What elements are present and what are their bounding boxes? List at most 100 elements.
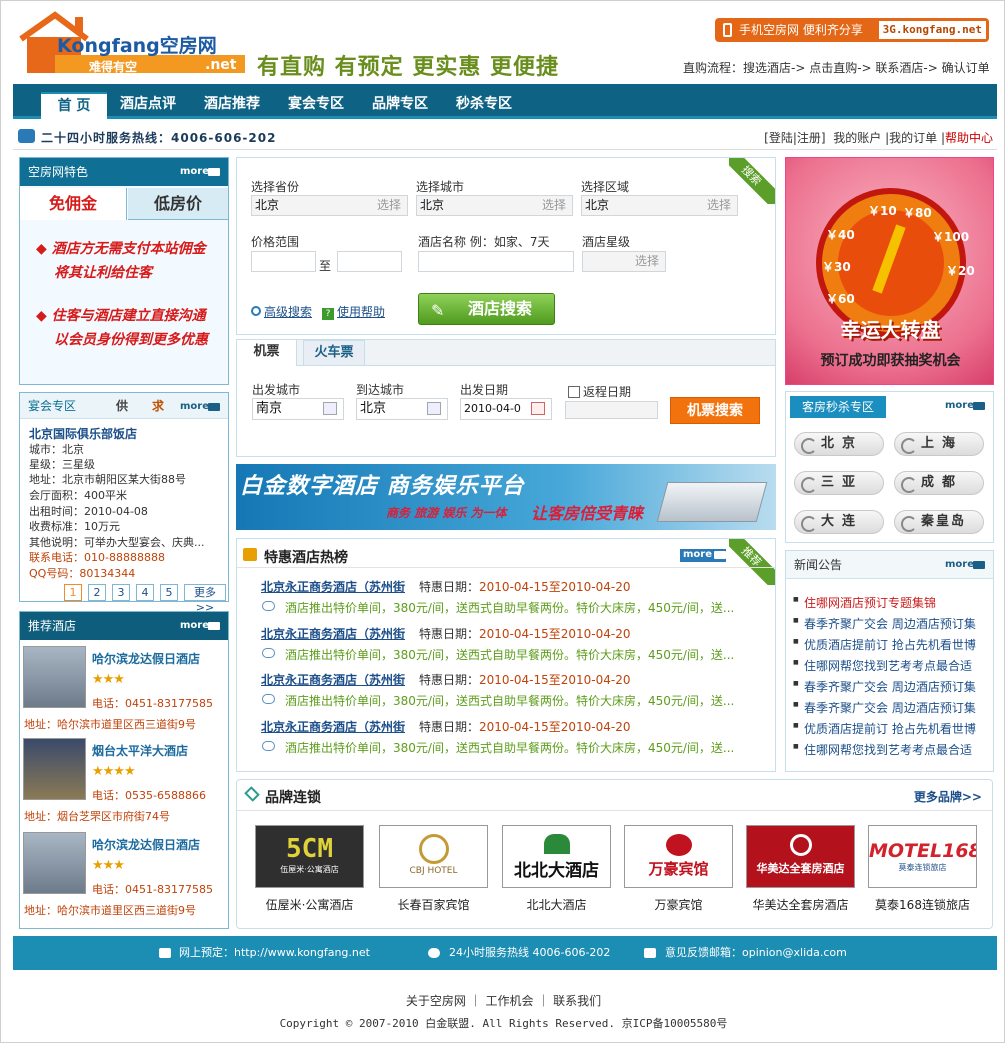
price-min-input[interactable] xyxy=(251,251,316,272)
page-2[interactable]: 2 xyxy=(88,584,106,601)
help-link-search[interactable]: ? 使用帮助 xyxy=(322,303,385,320)
news-more[interactable]: more xyxy=(945,559,985,571)
news-item[interactable]: 春季齐聚广交会 周边酒店预订集 xyxy=(793,615,976,632)
deals-more[interactable]: more xyxy=(680,549,726,562)
hotel-name[interactable]: 哈尔滨龙达假日酒店 xyxy=(92,650,200,667)
to-city-input[interactable]: 北京 xyxy=(356,398,448,420)
tab-train[interactable]: 火车票 xyxy=(303,340,365,366)
news-item[interactable]: 住哪网酒店预订专题集锦 xyxy=(793,594,936,611)
brands-more[interactable]: 更多品牌>> xyxy=(914,788,982,805)
banner-main: 白金数字酒店 商务娱乐平台 xyxy=(240,474,525,499)
nav-banquet[interactable]: 宴会专区 xyxy=(279,92,353,119)
province-select[interactable]: 北京 选择 xyxy=(251,195,408,216)
nav-hotel-recommend[interactable]: 酒店推荐 xyxy=(195,92,269,119)
tab-flight[interactable]: 机票 xyxy=(237,340,297,366)
banquet-name[interactable]: 北京国际俱乐部饭店 xyxy=(29,425,225,442)
deal-item-4[interactable]: 北京永正商务酒店（苏州街 特惠日期：2010-04-15至2010-04-20 xyxy=(261,718,631,735)
hotel-photo[interactable] xyxy=(23,738,86,800)
features-more[interactable]: more xyxy=(180,166,220,178)
city-qinhuangdao[interactable]: 秦皇岛 xyxy=(894,510,984,534)
mobile-url[interactable]: 3G.kongfang.net xyxy=(878,21,986,39)
brand-name[interactable]: 长春百家宾馆 xyxy=(379,896,488,913)
page-5[interactable]: 5 xyxy=(160,584,178,601)
footer-online[interactable]: 网上预定：http://www.kongfang.net xyxy=(179,936,370,970)
deal-item-3[interactable]: 北京永正商务酒店（苏州街 特惠日期：2010-04-15至2010-04-20 xyxy=(261,671,631,688)
chat-bubble-icon xyxy=(262,694,275,704)
orders-link[interactable]: 我的订单 xyxy=(889,131,937,145)
login-link[interactable]: 登陆 xyxy=(769,131,793,145)
hotel-name[interactable]: 烟台太平洋大酒店 xyxy=(92,742,188,759)
brand-logo-wanhao[interactable]: 万豪宾馆 xyxy=(624,825,733,888)
brand-name[interactable]: 伍屋米·公寓酒店 xyxy=(255,896,364,913)
recommend-more[interactable]: more xyxy=(180,620,220,632)
deal-item-1[interactable]: 北京永正商务酒店（苏州街 特惠日期：2010-04-15至2010-04-20 xyxy=(261,578,631,595)
city-beijing[interactable]: 北京 xyxy=(794,432,884,456)
hotel-name-input[interactable] xyxy=(418,251,574,272)
city-sanya[interactable]: 三亚 xyxy=(794,471,884,495)
site-logo[interactable]: Kongfang空房网 .net 难得有空 xyxy=(15,9,247,75)
hotel-photo[interactable] xyxy=(23,646,86,708)
flight-search-button[interactable]: 机票搜索 xyxy=(670,397,760,424)
deal-item-2[interactable]: 北京永正商务酒店（苏州街 特惠日期：2010-04-15至2010-04-20 xyxy=(261,625,631,642)
star-select[interactable]: 选择 xyxy=(582,251,666,272)
page-3[interactable]: 3 xyxy=(112,584,130,601)
from-city-input[interactable]: 南京 xyxy=(252,398,344,420)
banner-tag: 让客房倍受青睐 xyxy=(531,504,644,523)
nav-hotel-reviews[interactable]: 酒店点评 xyxy=(111,92,185,119)
nav-brands[interactable]: 品牌专区 xyxy=(363,92,437,119)
brand-logo-cbj[interactable]: CBJ HOTEL xyxy=(379,825,488,888)
news-item[interactable]: 春季齐聚广交会 周边酒店预订集 xyxy=(793,678,976,695)
news-item[interactable]: 住哪网帮您找到艺考考点最合适 xyxy=(793,657,972,674)
return-date-input[interactable] xyxy=(565,401,658,419)
advanced-search-link[interactable]: 高级搜索 xyxy=(251,303,312,320)
crest-icon xyxy=(665,834,692,856)
brand-name[interactable]: 华美达全套房酒店 xyxy=(746,896,855,913)
city-shanghai[interactable]: 上海 xyxy=(894,432,984,456)
brand-name[interactable]: 北北大酒店 xyxy=(502,896,611,913)
hotel-name[interactable]: 哈尔滨龙达假日酒店 xyxy=(92,836,200,853)
tab-low-price[interactable]: 低房价 xyxy=(128,188,228,220)
promo-banner[interactable]: 白金数字酒店 商务娱乐平台 商务 旅游 娱乐 为一体 让客房倍受青睐 xyxy=(236,464,776,530)
flash-sale-title: 客房秒杀专区 xyxy=(790,396,886,418)
district-select[interactable]: 北京 选择 xyxy=(581,195,738,216)
news-header: 新闻公告 more xyxy=(786,551,993,579)
news-item[interactable]: 春季齐聚广交会 周边酒店预订集 xyxy=(793,699,976,716)
brand-logo-beibei[interactable]: 北北大酒店 xyxy=(502,825,611,888)
hotel-photo[interactable] xyxy=(23,832,86,894)
footer-links[interactable]: 关于空房网 ｜ 工作机会 ｜ 联系我们 xyxy=(1,992,1005,1009)
nav-home[interactable]: 首 页 xyxy=(41,92,107,119)
brand-name[interactable]: 万豪宾馆 xyxy=(624,896,733,913)
lucky-wheel-banner[interactable]: ￥40 ￥10 ￥80 ￥100 ￥20 ￥30 ￥60 幸运大转盘 预订成功即… xyxy=(785,157,994,385)
brand-logo-5cm[interactable]: 5CM 伍屋米·公寓酒店 xyxy=(255,825,364,888)
page-1[interactable]: 1 xyxy=(64,584,82,601)
news-item[interactable]: 优质酒店提前订 抢占先机看世博 xyxy=(793,636,976,653)
flash-sale-more[interactable]: more xyxy=(945,400,985,412)
brand-name[interactable]: 莫泰168连锁旅店 xyxy=(868,896,977,913)
chat-icon xyxy=(18,129,35,143)
tab-no-commission[interactable]: 免佣金 xyxy=(20,188,127,220)
page-4[interactable]: 4 xyxy=(136,584,154,601)
brand-logo-ramada[interactable]: 华美达全套房酒店 xyxy=(746,825,855,888)
news-item[interactable]: 优质酒店提前订 抢占先机看世博 xyxy=(793,720,976,737)
mobile-site-banner[interactable]: 手机空房网 便利齐分享 3G.kongfang.net xyxy=(715,18,989,42)
city-dalian[interactable]: 大连 xyxy=(794,510,884,534)
page-more[interactable]: 更多>> xyxy=(184,584,226,614)
date-input[interactable]: 2010-04-0 xyxy=(460,398,552,420)
banquet-more[interactable]: more xyxy=(180,401,220,413)
banquet-supply-tab[interactable]: 供 xyxy=(116,393,128,419)
banquet-demand-tab[interactable]: 求 xyxy=(152,393,164,419)
register-link[interactable]: 注册 xyxy=(797,131,821,145)
city-chengdu[interactable]: 成都 xyxy=(894,471,984,495)
diamond-icon xyxy=(244,786,260,802)
help-link[interactable]: 帮助中心 xyxy=(945,131,993,145)
city-select[interactable]: 北京 选择 xyxy=(416,195,573,216)
nav-flash-sale[interactable]: 秒杀专区 xyxy=(447,92,521,119)
return-date-checkbox[interactable]: 返程日期 xyxy=(568,383,631,400)
price-max-input[interactable] xyxy=(337,251,402,272)
to-city-label: 到达城市 xyxy=(356,383,405,397)
news-item[interactable]: 住哪网帮您找到艺考考点最合适 xyxy=(793,741,972,758)
footer-feedback[interactable]: 意见反馈邮箱：opinion@xlida.com xyxy=(665,936,847,970)
brand-logo-motel168[interactable]: MOTEL168 莫泰连锁旅店 xyxy=(868,825,977,888)
account-link[interactable]: 我的账户 xyxy=(833,131,881,145)
wheel-prize: ￥30 xyxy=(822,260,851,274)
